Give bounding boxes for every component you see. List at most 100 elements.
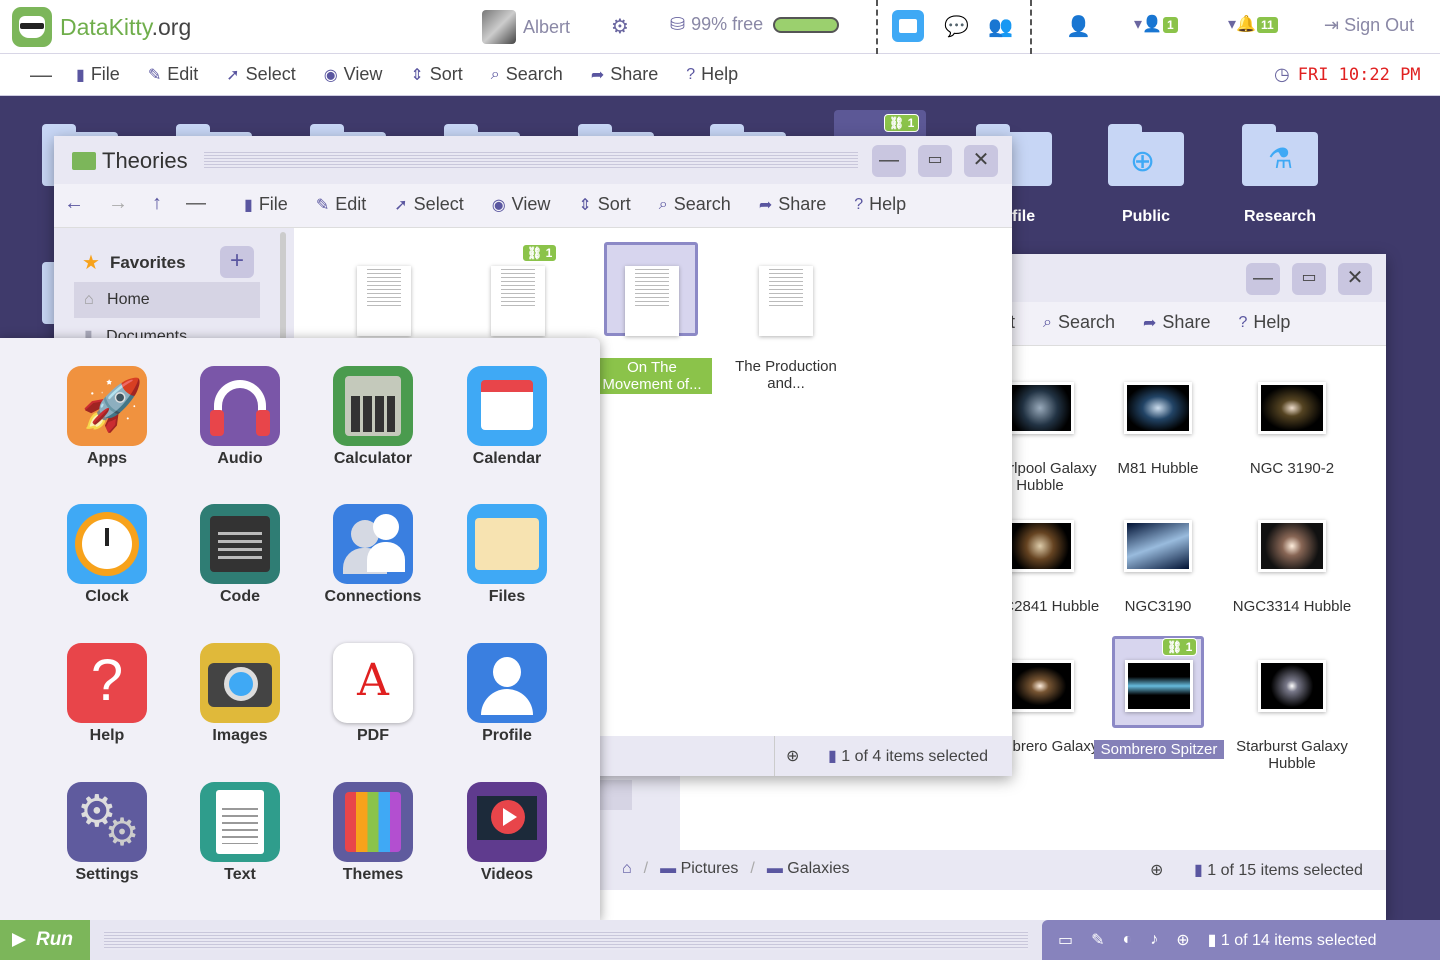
zoom-icon[interactable]: ⊕ (1176, 930, 1189, 950)
add-favorite-button[interactable]: + (220, 246, 254, 278)
app-videos[interactable]: Videos (442, 782, 572, 884)
menu-sort[interactable]: ⇕ Sort (410, 64, 462, 85)
folder-icon (72, 152, 96, 170)
app-files[interactable]: Files (442, 504, 572, 606)
app-connections[interactable]: Connections (308, 504, 438, 606)
gear-icon[interactable]: ⚙ (611, 14, 629, 39)
menu-edit[interactable]: ✎ Edit (316, 194, 366, 215)
app-help[interactable]: ? Help (42, 643, 172, 745)
palette-icon (333, 782, 413, 862)
app-profile[interactable]: Profile (442, 643, 572, 745)
theories-status: ▮ 1 of 4 items selected (828, 748, 989, 765)
menu-view[interactable]: ◉ View (492, 194, 551, 215)
menu-share[interactable]: ➦ Share (1143, 312, 1210, 333)
user-search-icon[interactable]: 👤 (1066, 14, 1091, 39)
minimize-icon[interactable]: — (30, 62, 52, 88)
app-clock[interactable]: Clock (42, 504, 172, 606)
logo-text[interactable]: DataKitty.org (60, 14, 191, 41)
sidebar-item-home[interactable]: ⌂ Home (74, 282, 260, 318)
contrast-icon[interactable]: ◐ (1123, 931, 1133, 949)
run-button[interactable]: Run (0, 920, 90, 960)
share-icon: ➦ (758, 196, 773, 214)
storage-indicator[interactable]: ⛁ 99% free (670, 14, 840, 35)
menu-search[interactable]: ⌕ Search (659, 194, 731, 215)
menu-file[interactable]: ▮ File (244, 194, 288, 215)
sidebar-item[interactable] (600, 780, 632, 810)
notices-dropdown[interactable]: ▾🔔 11 (1228, 14, 1279, 34)
app-apps[interactable]: 🚀 Apps (42, 366, 172, 468)
file-item-selected[interactable]: Sombrero Spitzer (1094, 660, 1224, 759)
sign-out-button[interactable]: ⇥ Sign Out (1324, 15, 1414, 36)
files-app-button[interactable] (892, 10, 924, 42)
share-badge: ⛓ 1 (884, 114, 920, 132)
app-code[interactable]: Code (175, 504, 305, 606)
clock[interactable]: ◷ FRI 10:22 PM (1274, 64, 1421, 85)
app-calculator[interactable]: Calculator (308, 366, 438, 468)
pencil-icon: ✎ (315, 196, 330, 214)
menu-sort[interactable]: ⇕ Sort (578, 194, 630, 215)
menu-share[interactable]: ➦ Share (759, 194, 826, 215)
maximize-button[interactable]: ▭ (918, 145, 952, 177)
file-item[interactable]: The Production and... (726, 252, 846, 392)
minimize-icon[interactable]: — (186, 192, 206, 215)
menu-select[interactable]: ➚ Select (226, 64, 295, 85)
close-button[interactable]: ✕ (964, 145, 998, 177)
minimize-button[interactable]: — (1246, 263, 1280, 295)
search-icon: ⌕ (1043, 313, 1052, 331)
datakitty-logo-icon[interactable] (12, 7, 52, 47)
chat-icon[interactable]: 💬 (944, 14, 969, 39)
desktop-folder-public[interactable]: ⊕ (1108, 124, 1184, 186)
user-menu[interactable]: Albert (482, 10, 570, 44)
file-name: NGC3190 (1124, 598, 1192, 615)
back-arrow-icon[interactable]: ← (64, 192, 84, 215)
menu-share[interactable]: ➦ Share (591, 64, 658, 85)
menu-edit[interactable]: ✎ Edit (148, 64, 198, 85)
clock-time: FRI 10:22 PM (1297, 64, 1421, 85)
app-audio[interactable]: Audio (175, 366, 305, 468)
menu-search[interactable]: ⌕ Search (491, 64, 563, 85)
file-item-selected[interactable]: On The Movement of... (592, 252, 712, 394)
app-calendar[interactable]: Calendar (442, 366, 572, 468)
favorites-header[interactable]: ★ Favorites (82, 250, 186, 275)
volume-icon[interactable]: ♪ (1150, 931, 1158, 949)
file-item[interactable]: NGC3190 (1098, 520, 1218, 615)
brush-icon[interactable]: ✎ (1091, 930, 1104, 950)
breadcrumb-galaxies[interactable]: ▬ Galaxies (767, 860, 850, 878)
menu-help[interactable]: ? Help (686, 64, 738, 85)
sidebar-item-documents[interactable]: ▮ Documents (84, 326, 187, 338)
maximize-button[interactable]: ▭ (1292, 263, 1326, 295)
file-item[interactable]: M81 Hubble (1098, 382, 1218, 477)
breadcrumb-pictures[interactable]: ▬ Pictures (660, 860, 738, 878)
file-item[interactable] (458, 252, 578, 346)
file-item[interactable]: Starburst Galaxy Hubble (1232, 660, 1352, 772)
menu-file[interactable]: ▮ File (76, 64, 120, 85)
people-icon[interactable]: 👥 (988, 14, 1013, 39)
menu-view[interactable]: ◉ View (324, 64, 383, 85)
app-pdf[interactable]: A PDF (308, 643, 438, 745)
app-themes[interactable]: Themes (308, 782, 438, 884)
up-arrow-icon[interactable]: ↑ (152, 192, 162, 215)
menu-help[interactable]: ? Help (1238, 312, 1290, 333)
user-requests-dropdown[interactable]: ▾👤 1 (1134, 14, 1179, 34)
zoom-icon[interactable]: ⊕ (786, 746, 799, 766)
file-name: Starburst Galaxy Hubble (1236, 738, 1348, 772)
app-text[interactable]: Text (175, 782, 305, 884)
document-thumbnail (759, 266, 813, 336)
minimize-button[interactable]: — (872, 145, 906, 177)
desktop-menu: ▮ File ✎ Edit ➚ Select ◉ View ⇕ Sort ⌕ Search … (76, 64, 738, 85)
menu-help[interactable]: ? Help (854, 194, 906, 215)
close-button[interactable]: ✕ (1338, 263, 1372, 295)
file-item[interactable]: NGC 3190-2 (1232, 382, 1352, 477)
zoom-icon[interactable]: ⊕ (1150, 860, 1163, 880)
file-item[interactable] (324, 252, 444, 346)
home-icon[interactable]: ⌂ (622, 860, 632, 878)
file-item[interactable]: NGC3314 Hubble (1232, 520, 1352, 615)
drag-handle[interactable] (204, 150, 858, 170)
menu-select[interactable]: ➚ Select (394, 194, 463, 215)
app-settings[interactable]: ⚙ ⚙ Settings (42, 782, 172, 884)
desktop-folder-research[interactable]: ⚗ (1242, 124, 1318, 186)
monitor-icon[interactable]: ▭ (1058, 930, 1073, 950)
app-images[interactable]: Images (175, 643, 305, 745)
forward-arrow-icon[interactable]: → (108, 192, 128, 215)
menu-search[interactable]: ⌕ Search (1043, 312, 1115, 333)
